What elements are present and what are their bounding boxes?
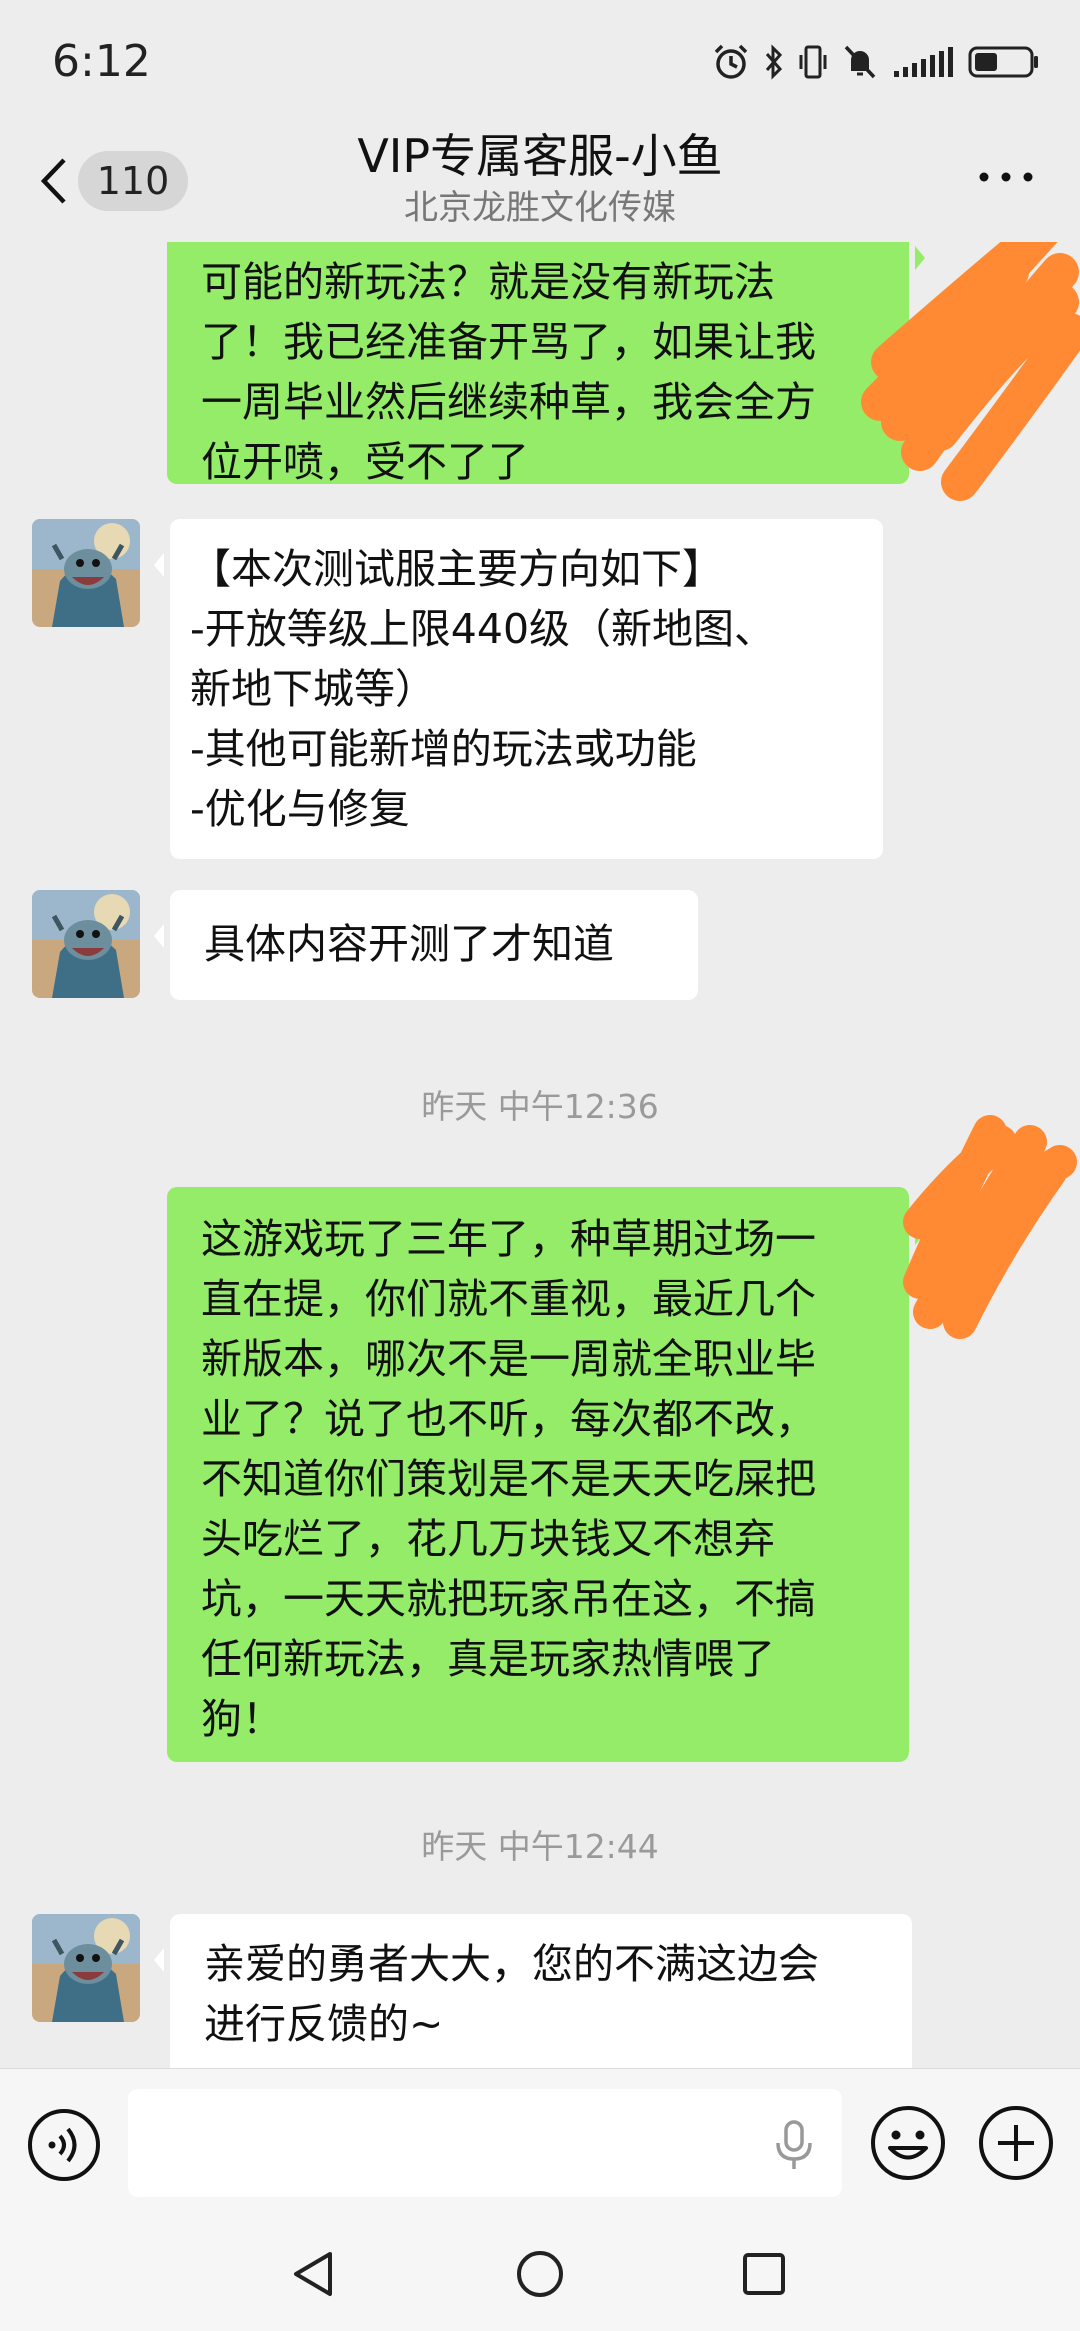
add-more-icon[interactable] — [976, 2103, 1056, 2183]
emoji-icon[interactable] — [868, 2103, 948, 2183]
avatar[interactable] — [32, 519, 140, 627]
incoming-message-bubble[interactable]: 【本次测试服主要方向如下】 -开放等级上限440级（新地图、 新地下城等） -其… — [154, 519, 883, 859]
redaction-scribble — [861, 242, 1080, 501]
chat-header: VIP专属客服-小鱼 北京龙胜文化传媒 110 — [0, 120, 1080, 242]
outgoing-message-bubble[interactable]: 这游戏玩了三年了，种草期过场一 直在提，你们就不重视，最近几个 新版本，哪次不是… — [167, 1187, 925, 1762]
unread-count-badge: 110 — [78, 151, 188, 211]
chat-message-list[interactable]: 可能的新玩法？就是没有新玩法 了！我已经准备开骂了，如果让我 一周毕业然后继续种… — [0, 242, 1080, 2068]
message-input[interactable] — [128, 2089, 842, 2197]
status-time: 6:12 — [52, 36, 151, 87]
incoming-message-bubble[interactable]: 具体内容开测了才知道 — [154, 890, 698, 1000]
avatar[interactable] — [32, 890, 140, 998]
outgoing-message-bubble[interactable]: 可能的新玩法？就是没有新玩法 了！我已经准备开骂了，如果让我 一周毕业然后继续种… — [167, 242, 925, 486]
recents-square-icon[interactable] — [736, 2246, 792, 2302]
incoming-message-bubble[interactable]: 亲爱的勇者大大，您的不满这边会 进行反馈的~ — [154, 1914, 912, 2068]
input-bar — [0, 2068, 1080, 2219]
microphone-icon[interactable] — [770, 2119, 818, 2171]
timestamp: 昨天 中午12:44 — [421, 1827, 659, 1866]
status-bar: 6:12 — [0, 0, 1080, 120]
avatar[interactable] — [32, 1914, 140, 2022]
system-nav-bar — [0, 2218, 1080, 2331]
redaction-scribble — [903, 1115, 1077, 1339]
signal-icon — [894, 47, 953, 77]
more-options-icon[interactable] — [976, 162, 1036, 192]
back-button[interactable]: 110 — [38, 146, 188, 216]
home-circle-icon[interactable] — [512, 2246, 568, 2302]
voice-input-toggle-icon[interactable] — [26, 2107, 102, 2183]
mute-icon — [844, 45, 876, 79]
bluetooth-icon — [765, 44, 783, 80]
battery-icon — [968, 46, 1038, 78]
back-triangle-icon[interactable] — [286, 2246, 342, 2302]
status-icons — [712, 38, 1040, 86]
vibrate-icon — [799, 45, 827, 79]
alarm-icon — [714, 44, 748, 79]
chevron-left-icon — [40, 158, 66, 204]
